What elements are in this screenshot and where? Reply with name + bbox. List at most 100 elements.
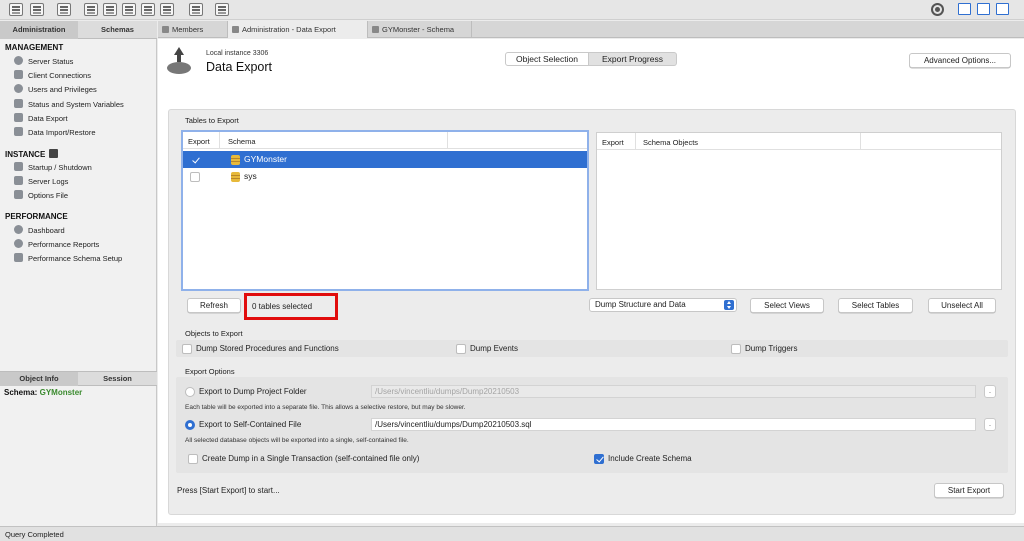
sidebar-item-label: Status and System Variables xyxy=(28,100,124,109)
sidebar-item-performance-schema-setup[interactable]: Performance Schema Setup xyxy=(14,252,122,265)
export-checkbox[interactable] xyxy=(190,172,200,182)
dump-type-select[interactable]: Dump Structure and Data xyxy=(589,298,737,312)
advanced-options-button[interactable]: Advanced Options... xyxy=(909,53,1011,68)
schema-list-header: Export Schema xyxy=(183,132,587,149)
toggle-sidebar-icon[interactable] xyxy=(958,3,971,15)
refresh-button[interactable]: Refresh xyxy=(187,298,241,313)
sidebar-item-options-file[interactable]: Options File xyxy=(14,189,68,202)
dump-events-checkbox[interactable] xyxy=(456,344,466,354)
reconnect-icon[interactable] xyxy=(215,3,229,16)
dump-type-value: Dump Structure and Data xyxy=(595,300,686,309)
tab-object-info[interactable]: Object Info xyxy=(0,372,78,386)
tables-to-export-label: Tables to Export xyxy=(185,116,239,125)
toggle-secondary-sidebar-icon[interactable] xyxy=(996,3,1009,15)
self-contained-radio[interactable] xyxy=(185,420,195,430)
tables-selected-count: 0 tables selected xyxy=(244,293,338,320)
single-transaction-label: Create Dump in a Single Transaction (sel… xyxy=(202,454,420,463)
select-tables-button[interactable]: Select Tables xyxy=(838,298,913,313)
sidebar-item-label: Options File xyxy=(28,191,69,200)
select-views-button[interactable]: Select Views xyxy=(750,298,824,313)
schema-info-name: GYMonster xyxy=(39,388,83,397)
dump-folder-radio[interactable] xyxy=(185,387,195,397)
unselect-all-button[interactable]: Unselect All xyxy=(928,298,996,313)
start-export-button[interactable]: Start Export xyxy=(934,483,1004,498)
reports-icon xyxy=(14,239,23,248)
tab-export-progress[interactable]: Export Progress xyxy=(589,52,677,66)
column-export: Export xyxy=(188,137,210,146)
export-checkbox[interactable] xyxy=(190,155,200,165)
schema-list[interactable]: Export Schema GYMonster sys xyxy=(181,130,589,291)
sidebar-item-status-variables[interactable]: Status and System Variables xyxy=(14,98,124,111)
export-options-label: Export Options xyxy=(185,367,235,376)
function-icon[interactable] xyxy=(160,3,174,16)
tab-session[interactable]: Session xyxy=(78,372,157,386)
self-contained-path[interactable]: /Users/vincentliu/dumps/Dump20210503.sql xyxy=(371,418,976,431)
sidebar-item-label: Dashboard xyxy=(28,226,65,235)
open-sql-icon[interactable] xyxy=(57,3,71,16)
include-create-schema-checkbox[interactable] xyxy=(594,454,604,464)
schema-objects-header: Export Schema Objects xyxy=(597,133,1001,150)
toolbar xyxy=(0,0,1024,20)
toggle-output-icon[interactable] xyxy=(977,3,990,15)
browse-folder-button[interactable]: . xyxy=(984,385,996,398)
sidebar-item-data-export[interactable]: Data Export xyxy=(14,112,68,125)
dump-folder-path[interactable]: /Users/vincentliu/dumps/Dump20210503 xyxy=(371,385,976,398)
tab-object-selection[interactable]: Object Selection xyxy=(505,52,589,66)
dump-triggers-checkbox[interactable] xyxy=(731,344,741,354)
tab-members[interactable]: Members xyxy=(158,21,228,38)
tab-administration[interactable]: Administration xyxy=(0,21,78,39)
dump-procedures-checkbox[interactable] xyxy=(182,344,192,354)
search-table-icon[interactable] xyxy=(189,3,203,16)
dump-triggers-label: Dump Triggers xyxy=(745,344,798,353)
sidebar-item-server-logs[interactable]: Server Logs xyxy=(14,175,68,188)
manage-icon[interactable] xyxy=(84,3,98,16)
admin-icon xyxy=(232,26,239,33)
sidebar-tabs: Administration Schemas xyxy=(0,21,157,39)
procedure-icon[interactable] xyxy=(141,3,155,16)
startup-icon xyxy=(14,162,23,171)
tab-label: Members xyxy=(172,25,204,34)
sidebar-item-label: Performance Schema Setup xyxy=(28,254,123,263)
instance-name: Local instance 3306 xyxy=(206,50,269,57)
new-connection-icon[interactable] xyxy=(9,3,23,16)
wrench-icon xyxy=(372,26,379,33)
browse-file-button[interactable]: . xyxy=(984,418,996,431)
single-transaction-checkbox[interactable] xyxy=(188,454,198,464)
instance-status-icon[interactable] xyxy=(49,149,59,158)
instance-heading-label: INSTANCE xyxy=(5,150,46,159)
self-contained-note: All selected database objects will be ex… xyxy=(185,437,409,444)
sidebar-item-users-privileges[interactable]: Users and Privileges xyxy=(14,83,97,96)
warning-icon xyxy=(14,176,23,185)
settings-icon[interactable] xyxy=(931,3,944,16)
tab-schema[interactable]: GYMonster - Schema xyxy=(368,21,472,38)
tables-selected-label: 0 tables selected xyxy=(252,302,313,311)
server-status-icon xyxy=(14,56,23,65)
tab-data-export[interactable]: Administration - Data Export xyxy=(228,21,368,38)
table-row[interactable]: sys xyxy=(183,168,587,185)
performance-heading: PERFORMANCE xyxy=(5,212,68,221)
sidebar-item-performance-reports[interactable]: Performance Reports xyxy=(14,238,99,251)
tab-label: GYMonster - Schema xyxy=(382,25,455,34)
sidebar-item-label: Startup / Shutdown xyxy=(28,163,92,172)
sidebar-item-data-import[interactable]: Data Import/Restore xyxy=(14,126,96,139)
setup-icon xyxy=(14,253,23,262)
sidebar-item-client-connections[interactable]: Client Connections xyxy=(14,69,91,82)
dump-folder-note: Each table will be exported into a separ… xyxy=(185,404,466,411)
dump-procedures-label: Dump Stored Procedures and Functions xyxy=(196,344,339,353)
schema-objects-list[interactable]: Export Schema Objects xyxy=(596,132,1002,290)
data-export-icon xyxy=(167,47,191,75)
schema-name: sys xyxy=(244,171,257,181)
dump-events-label: Dump Events xyxy=(470,344,519,353)
dump-folder-label: Export to Dump Project Folder xyxy=(199,387,307,396)
table-icon[interactable] xyxy=(103,3,117,16)
page-title: Data Export xyxy=(206,60,273,74)
table-row[interactable]: GYMonster xyxy=(183,151,587,168)
sidebar-item-server-status[interactable]: Server Status xyxy=(14,55,73,68)
sidebar-item-startup-shutdown[interactable]: Startup / Shutdown xyxy=(14,161,92,174)
user-icon xyxy=(14,84,23,93)
view-icon[interactable] xyxy=(122,3,136,16)
dashboard-icon xyxy=(14,225,23,234)
tab-schemas[interactable]: Schemas xyxy=(78,21,157,39)
sql-file-icon[interactable] xyxy=(30,3,44,16)
sidebar-item-dashboard[interactable]: Dashboard xyxy=(14,224,65,237)
